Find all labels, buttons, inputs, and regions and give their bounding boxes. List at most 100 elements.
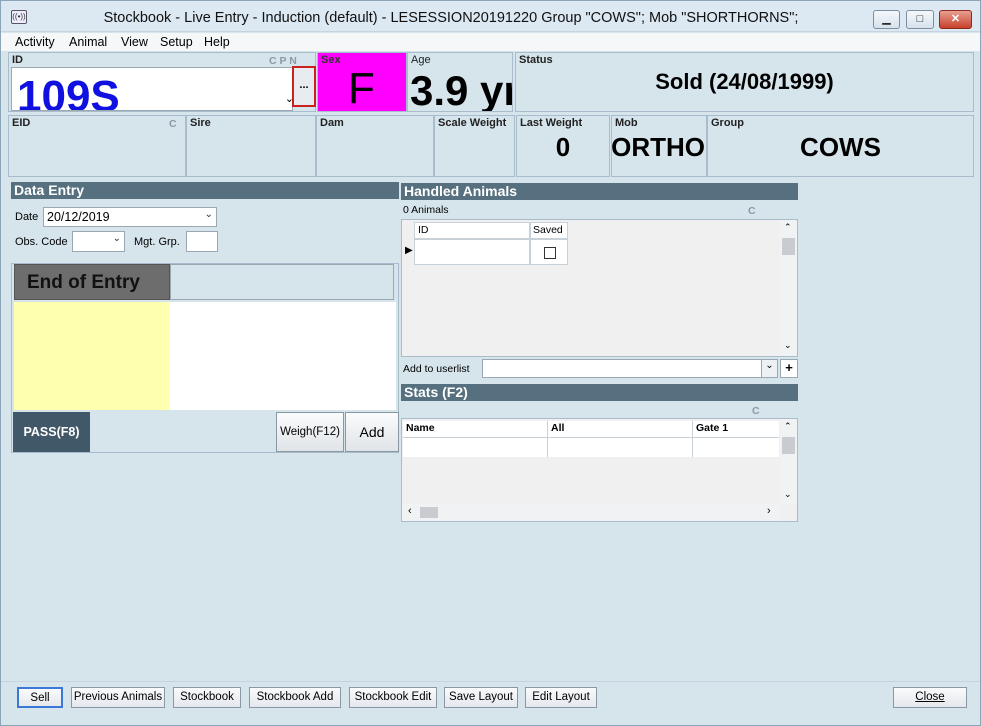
entry-header-blank bbox=[170, 264, 394, 300]
last-weight-panel: Last Weight 0 bbox=[516, 115, 610, 177]
entry-yellow-cell[interactable] bbox=[14, 302, 170, 410]
add-button[interactable]: Add bbox=[345, 412, 399, 452]
stats-vscrollbar[interactable]: ⌃ ⌄ bbox=[780, 419, 797, 504]
group-label: Group bbox=[711, 117, 744, 129]
group-value: COWS bbox=[800, 132, 881, 162]
last-weight-label: Last Weight bbox=[520, 117, 583, 129]
end-of-entry-label: End of Entry bbox=[27, 272, 140, 293]
stats-cell bbox=[403, 438, 548, 457]
stats-grid[interactable]: Name All Gate 1 ⌃ ⌄ ‹ › bbox=[401, 418, 798, 522]
age-value: 3.9 yr bbox=[410, 69, 513, 112]
close-window-button[interactable]: ✕ bbox=[939, 10, 972, 29]
data-entry-title: Data Entry bbox=[11, 182, 399, 199]
sex-panel: Sex F bbox=[317, 52, 407, 112]
scroll-up-icon[interactable]: ⌃ bbox=[784, 222, 792, 233]
handled-grid[interactable]: ID Saved ▶ ⌃ ⌄ bbox=[401, 219, 798, 357]
menu-animal[interactable]: Animal bbox=[69, 35, 107, 49]
chevron-down-icon: ⌄ bbox=[204, 209, 213, 220]
sex-label: Sex bbox=[321, 54, 341, 66]
mob-panel: Mob SHORTHORNS bbox=[611, 115, 707, 177]
mgt-grp-input[interactable] bbox=[186, 231, 218, 252]
save-layout-button[interactable]: Save Layout bbox=[444, 687, 518, 708]
hscroll-thumb[interactable] bbox=[420, 507, 438, 518]
title-bar: ((•)) Stockbook - Live Entry - Induction… bbox=[1, 1, 980, 32]
handled-col-id[interactable]: ID bbox=[414, 222, 530, 239]
handled-vscrollbar[interactable]: ⌃ ⌄ bbox=[780, 220, 797, 356]
stockbook-button[interactable]: Stockbook bbox=[173, 687, 241, 708]
eid-panel: EID C bbox=[8, 115, 186, 177]
handled-cell-saved bbox=[530, 239, 568, 265]
eid-flag: C bbox=[169, 118, 177, 130]
minimize-button[interactable]: ▁ bbox=[873, 10, 900, 29]
mgt-grp-label: Mgt. Grp. bbox=[134, 236, 180, 248]
stockbook-edit-button[interactable]: Stockbook Edit bbox=[349, 687, 437, 708]
obs-code-combo[interactable]: ⌄ bbox=[72, 231, 125, 252]
handled-cell-id[interactable] bbox=[414, 239, 530, 265]
chevron-down-icon: ⌄ bbox=[112, 233, 121, 244]
sell-button[interactable]: Sell bbox=[17, 687, 63, 708]
scroll-left-icon[interactable]: ‹ bbox=[408, 505, 412, 517]
menu-view[interactable]: View bbox=[121, 35, 148, 49]
dam-label: Dam bbox=[320, 117, 344, 129]
status-panel: Status Sold (24/08/1999) bbox=[515, 52, 974, 112]
handled-flag: C bbox=[748, 205, 756, 217]
menu-bar: Activity Animal View Setup Help bbox=[1, 33, 980, 51]
edit-layout-button[interactable]: Edit Layout bbox=[525, 687, 597, 708]
scroll-down-icon[interactable]: ⌄ bbox=[784, 340, 792, 351]
menu-help[interactable]: Help bbox=[204, 35, 230, 49]
status-label: Status bbox=[519, 54, 553, 66]
scroll-down-icon[interactable]: ⌄ bbox=[784, 489, 792, 500]
id-lookup-button[interactable]: ... bbox=[292, 66, 316, 107]
entry-white-cell[interactable] bbox=[170, 302, 396, 410]
stats-col-gate1[interactable]: Gate 1 bbox=[693, 421, 779, 438]
stats-title: Stats (F2) bbox=[401, 384, 798, 401]
handled-animals-title: Handled Animals bbox=[401, 183, 798, 200]
scroll-thumb[interactable] bbox=[782, 437, 795, 454]
scale-weight-label: Scale Weight bbox=[438, 117, 507, 129]
stats-col-name[interactable]: Name bbox=[403, 421, 548, 438]
entry-area: End of Entry PASS(F8) Weigh(F12) Add bbox=[11, 263, 399, 453]
sex-value: F bbox=[348, 67, 375, 111]
last-weight-value: 0 bbox=[555, 132, 571, 162]
scroll-up-icon[interactable]: ⌃ bbox=[784, 421, 792, 432]
close-button[interactable]: Close bbox=[893, 687, 967, 708]
end-of-entry-header: End of Entry bbox=[14, 264, 170, 300]
eid-label: EID bbox=[12, 117, 31, 129]
menu-setup[interactable]: Setup bbox=[160, 35, 193, 49]
stats-flag: C bbox=[752, 405, 760, 417]
stats-hscrollbar[interactable]: ‹ › bbox=[402, 504, 780, 521]
chevron-down-icon[interactable]: ⌄ bbox=[761, 360, 777, 377]
id-panel: ID C P N 109S ⌄ ... bbox=[8, 52, 316, 112]
dam-panel: Dam bbox=[316, 115, 434, 177]
mob-value-clip: SHORTHORNS bbox=[612, 132, 706, 164]
date-label: Date bbox=[15, 211, 39, 223]
id-value: 109S bbox=[17, 72, 120, 111]
add-userlist-button[interactable]: + bbox=[780, 359, 798, 378]
id-input[interactable]: 109S ⌄ bbox=[11, 67, 293, 111]
age-label: Age bbox=[411, 54, 431, 66]
previous-animals-button[interactable]: Previous Animals bbox=[71, 687, 165, 708]
menu-activity[interactable]: Activity bbox=[15, 35, 55, 49]
maximize-button[interactable]: □ bbox=[906, 10, 934, 29]
saved-checkbox[interactable] bbox=[544, 247, 556, 259]
add-to-userlist-label: Add to userlist bbox=[403, 363, 470, 375]
handled-col-saved[interactable]: Saved bbox=[530, 222, 568, 239]
stats-cell bbox=[693, 438, 779, 457]
weigh-button[interactable]: Weigh(F12) bbox=[276, 412, 344, 452]
sire-panel: Sire bbox=[186, 115, 316, 177]
date-combo[interactable]: 20/12/2019 ⌄ bbox=[43, 207, 217, 227]
age-panel: Age 3.9 yr bbox=[407, 52, 513, 112]
scroll-right-icon[interactable]: › bbox=[767, 505, 771, 517]
stats-col-all[interactable]: All bbox=[548, 421, 693, 438]
group-panel: Group COWS bbox=[707, 115, 974, 177]
stockbook-add-button[interactable]: Stockbook Add bbox=[249, 687, 341, 708]
footer: Sell Previous Animals Stockbook Stockboo… bbox=[1, 681, 980, 725]
date-value: 20/12/2019 bbox=[47, 210, 110, 224]
obs-code-label: Obs. Code bbox=[15, 236, 68, 248]
window-title: Stockbook - Live Entry - Induction (defa… bbox=[103, 10, 799, 26]
userlist-combo[interactable]: ⌄ bbox=[482, 359, 778, 378]
sire-label: Sire bbox=[190, 117, 211, 129]
scroll-thumb[interactable] bbox=[782, 238, 795, 255]
pass-button[interactable]: PASS(F8) bbox=[13, 412, 90, 452]
mob-value: SHORTHORNS bbox=[612, 132, 706, 162]
